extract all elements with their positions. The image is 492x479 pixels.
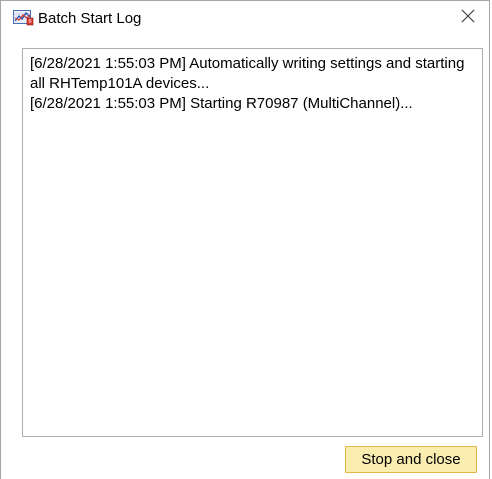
batch-start-log-window: Batch Start Log [6/28/2021 1:55:03 PM] A… [0, 0, 490, 479]
title-bar[interactable]: Batch Start Log [1, 1, 489, 37]
log-line: [6/28/2021 1:55:03 PM] Automatically wri… [30, 55, 465, 92]
log-line: [6/28/2021 1:55:03 PM] Starting R70987 (… [30, 95, 413, 112]
close-icon [461, 9, 475, 28]
chart-log-icon [13, 9, 34, 26]
log-output-area[interactable]: [6/28/2021 1:55:03 PM] Automatically wri… [22, 48, 483, 437]
stop-and-close-button[interactable]: Stop and close [345, 446, 477, 473]
window-title: Batch Start Log [38, 10, 142, 27]
close-button[interactable] [453, 5, 483, 31]
